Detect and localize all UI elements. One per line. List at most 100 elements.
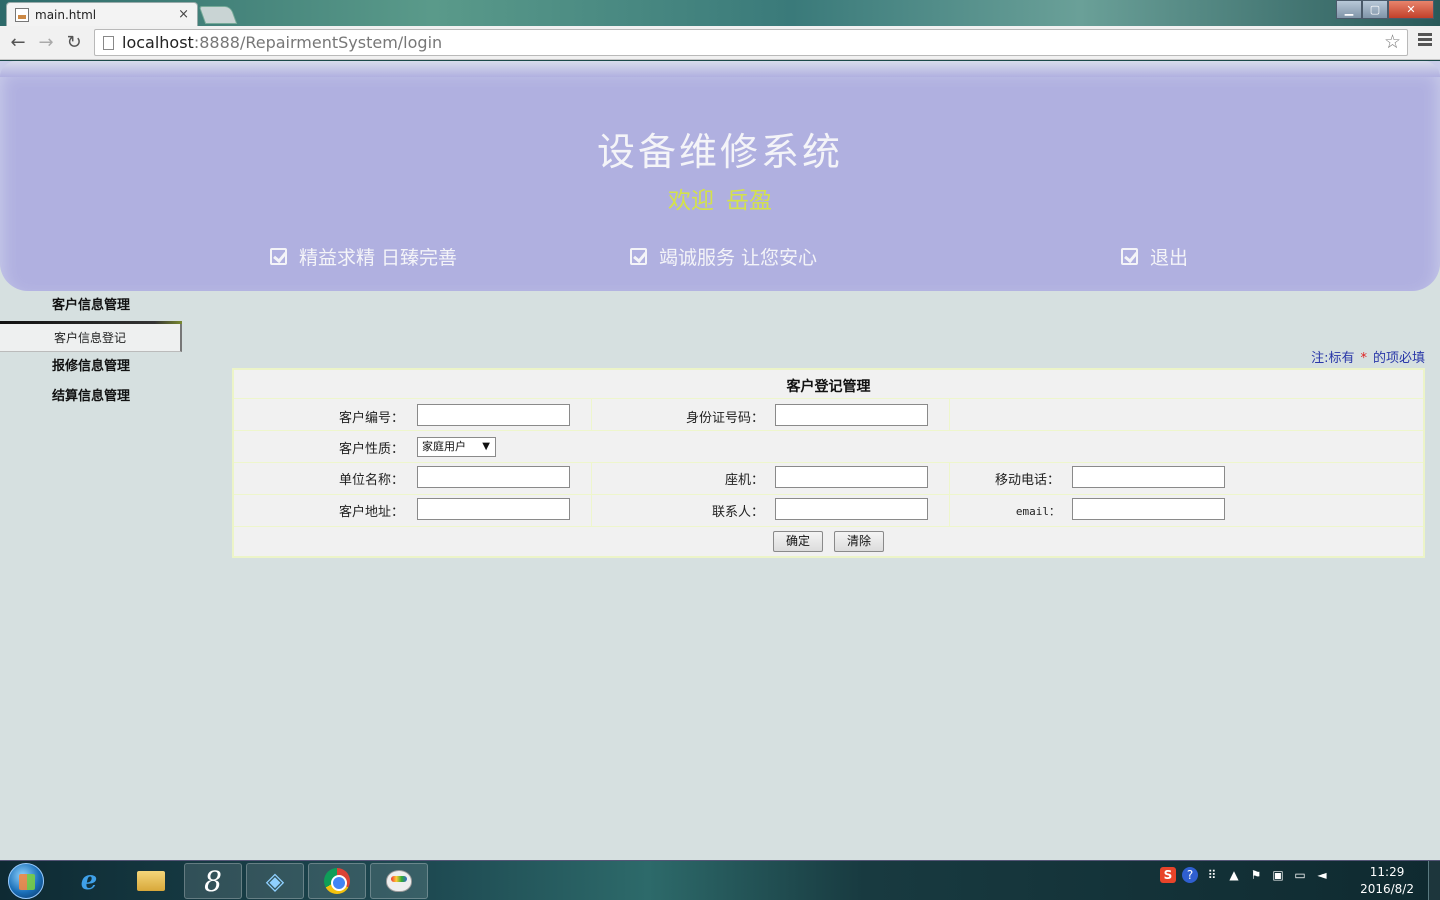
tab-close-icon[interactable]: × [178,7,189,22]
note-suffix: 的项必填 [1372,351,1425,366]
welcome-user: 岳盈 [726,188,772,214]
taskbar-ie[interactable]: e [60,863,118,899]
mysql-dolphin-icon: ◈ [265,867,285,895]
id-card-input[interactable] [775,404,928,426]
banner-nav-label: 精益求精 日臻完善 [299,247,458,269]
chrome-icon [324,868,350,894]
sidebar-item-customer-register[interactable]: 客户信息登记 [0,324,182,352]
taskbar-paint[interactable] [370,863,428,899]
form-caption: 客户登记管理 [786,379,871,395]
mobile-input[interactable] [1072,466,1225,488]
table-col-divider [591,398,592,430]
address-label: 客户地址： [338,505,404,520]
sidebar-section-settlement[interactable]: 结算信息管理 [0,382,182,412]
minimize-button[interactable]: ▁ [1336,0,1362,19]
banner-nav-item-2[interactable]: 竭诚服务 让您安心 [630,243,817,270]
os-taskbar: e 8 ◈ S ? ⠿ ▲ ⚑ ▣ ▭ ◄ 11:29 2016/8/2 [0,860,1440,900]
show-hidden-icons[interactable]: ▲ [1226,867,1242,883]
maximize-button[interactable]: ▢ [1362,0,1388,19]
browser-toolbar: ← → ↻ localhost:8888/RepairmentSystem/lo… [0,26,1440,60]
system-title: 设备维修系统 [596,130,843,174]
sidebar: 客户信息管理 客户信息登记 报修信息管理 结算信息管理 [0,291,182,412]
checkbox-icon [1121,248,1138,265]
address-bar[interactable]: localhost:8888/RepairmentSystem/login ☆ [94,29,1408,56]
taskbar-explorer[interactable] [122,863,180,899]
logout-link[interactable]: 退出 [1121,243,1188,270]
ime-options-icon[interactable]: ⠿ [1204,867,1220,883]
confirm-button[interactable]: 确定 [773,531,823,552]
network-icon[interactable]: ▭ [1292,867,1308,883]
customer-register-form: 客户登记管理 客户编号： 身份证号码： 客户性质： 家庭用户 ▼ 单位名称： 座… [232,368,1425,558]
logout-label: 退出 [1150,247,1189,269]
start-button[interactable] [8,863,44,899]
back-button[interactable]: ← [4,32,32,53]
banner-nav-label: 竭诚服务 让您安心 [659,247,818,269]
folder-icon [137,871,165,891]
window-titlebar: main.html × ▁ ▢ ✕ [0,0,1440,26]
ie-icon: e [80,866,98,896]
landline-label: 座机： [724,473,764,488]
welcome-prefix: 欢迎 [668,188,714,214]
reload-button[interactable]: ↻ [60,32,88,53]
welcome-line: 欢迎 岳盈 [0,181,1440,215]
banner-nav-item-1[interactable]: 精益求精 日臻完善 [270,243,457,270]
tab-title: main.html [35,7,97,22]
note-prefix: 注:标有 [1311,351,1355,366]
action-center-flag-icon[interactable]: ⚑ [1248,867,1264,883]
close-window-button[interactable]: ✕ [1388,0,1434,19]
contact-label: 联系人： [711,505,764,520]
paint-icon [386,870,412,892]
forward-button[interactable]: → [32,32,60,53]
company-label: 单位名称： [338,473,404,488]
system-tray: S ? ⠿ ▲ ⚑ ▣ ▭ ◄ [1154,867,1330,883]
required-star: * [1360,351,1367,366]
url-path: :8888/RepairmentSystem/login [193,33,443,52]
checkbox-icon [270,248,287,265]
new-tab-button[interactable] [198,6,238,24]
show-desktop-button[interactable] [1428,861,1440,900]
taskbar-app-eight[interactable]: 8 [184,863,242,899]
page-content: 设备维修系统 欢迎 岳盈 精益求精 日臻完善 竭诚服务 让您安心 退出 客户信息管… [0,61,1440,860]
taskbar-chrome[interactable] [308,863,366,899]
table-col-divider [949,398,950,430]
sidebar-section-customer[interactable]: 客户信息管理 [0,291,182,321]
customer-id-input[interactable] [417,404,570,426]
clear-button[interactable]: 清除 [834,531,884,552]
customer-type-select[interactable]: 家庭用户 ▼ [417,437,496,457]
device-icon[interactable]: ▣ [1270,867,1286,883]
contact-input[interactable] [775,498,928,520]
window-controls: ▁ ▢ ✕ [1336,0,1434,19]
customer-type-value: 家庭用户 [422,440,466,453]
checkbox-icon [630,248,647,265]
mobile-label: 移动电话： [994,473,1060,488]
company-input[interactable] [417,466,570,488]
browser-menu-icon[interactable] [1418,33,1432,48]
browser-tab[interactable]: main.html × [6,2,198,26]
required-note: 注:标有 * 的项必填 [1311,347,1425,366]
help-icon[interactable]: ? [1182,867,1198,883]
header-banner: 设备维修系统 欢迎 岳盈 精益求精 日臻完善 竭诚服务 让您安心 退出 [0,61,1440,291]
clock-time: 11:29 [1369,865,1405,879]
taskbar-clock[interactable]: 11:29 2016/8/2 [1360,864,1414,898]
table-row-divider [234,462,1423,463]
table-row-divider [234,398,1423,399]
customer-type-label: 客户性质： [338,442,404,457]
bookmark-star-icon[interactable]: ☆ [1384,31,1401,53]
landline-input[interactable] [775,466,928,488]
email-input[interactable] [1072,498,1225,520]
id-card-label: 身份证号码： [685,411,764,426]
volume-icon[interactable]: ◄ [1314,867,1330,883]
taskbar-mysql[interactable]: ◈ [246,863,304,899]
sogou-input-icon[interactable]: S [1160,867,1176,883]
sidebar-section-repair[interactable]: 报修信息管理 [0,352,182,382]
dropdown-arrow-icon: ▼ [482,441,490,452]
email-label: email： [1015,505,1060,518]
page-favicon-icon [15,7,29,22]
customer-id-label: 客户编号： [338,411,404,426]
address-input[interactable] [417,498,570,520]
page-icon [103,35,114,50]
table-row-divider [234,494,1423,495]
table-row-divider [234,430,1423,431]
eight-app-icon: 8 [204,864,222,898]
clock-date: 2016/8/2 [1360,882,1414,896]
